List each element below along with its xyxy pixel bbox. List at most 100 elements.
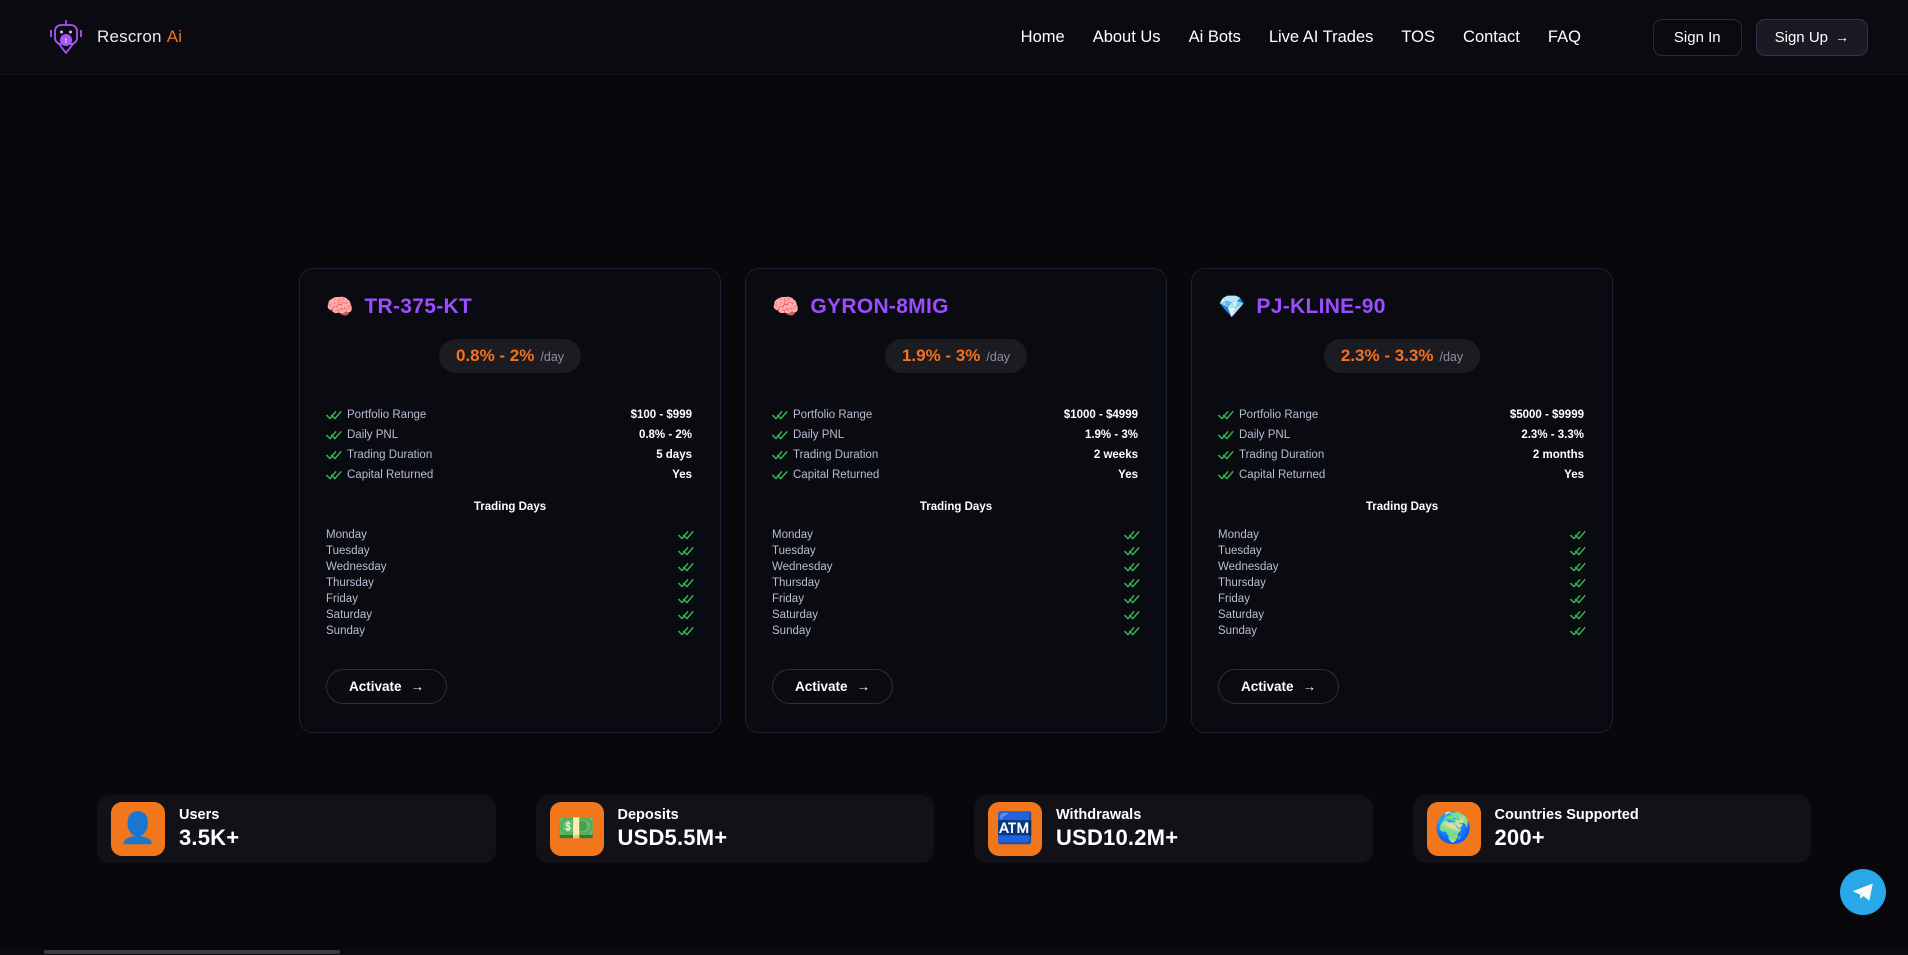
activate-button-wrap: Activate → bbox=[772, 669, 1140, 704]
double-check-icon bbox=[326, 431, 342, 440]
double-check-icon bbox=[1570, 578, 1586, 587]
double-check-icon bbox=[1570, 562, 1586, 571]
activate-button[interactable]: Activate → bbox=[1218, 669, 1340, 704]
trading-days-title: Trading Days bbox=[919, 501, 993, 513]
stat-tile: 👤 Users 3.5K+ bbox=[97, 795, 496, 863]
stat-tile-value: USD10.2M+ bbox=[1056, 825, 1179, 850]
double-check-icon bbox=[1570, 594, 1586, 603]
double-check-icon bbox=[326, 411, 342, 420]
double-check-icon bbox=[678, 562, 694, 571]
stat-tile-label: Users bbox=[179, 807, 220, 823]
trading-day-row: Wednesday bbox=[326, 560, 694, 573]
trading-day-row: Sunday bbox=[1218, 624, 1586, 637]
stat-tile-text: Countries Supported 200+ bbox=[1495, 807, 1639, 851]
double-check-icon bbox=[1218, 431, 1234, 440]
trading-day-label: Saturday bbox=[1218, 608, 1265, 621]
telegram-float-button[interactable] bbox=[1840, 869, 1886, 915]
trading-day-row: Thursday bbox=[1218, 576, 1586, 589]
stat-label: Portfolio Range bbox=[1239, 409, 1319, 421]
trading-day-label: Monday bbox=[772, 528, 813, 541]
stat-label: Portfolio Range bbox=[793, 409, 873, 421]
stat-label: Daily PNL bbox=[793, 429, 845, 441]
robot-logo-icon: t bbox=[50, 20, 82, 54]
trading-day-label: Thursday bbox=[326, 576, 374, 589]
rate-badge-row: 1.9% - 3% /day bbox=[772, 339, 1140, 373]
double-check-icon bbox=[772, 451, 788, 460]
stat-row: Portfolio Range $100 - $999 bbox=[326, 407, 694, 423]
activate-label: Activate bbox=[1241, 679, 1294, 694]
nav-item-contact[interactable]: Contact bbox=[1463, 28, 1520, 47]
bot-cards-container: 🧠 TR-375-KT 0.8% - 2% /day Portfolio Range $1… bbox=[299, 268, 1614, 733]
nav-item-home[interactable]: Home bbox=[1021, 28, 1065, 47]
bot-card-header: 🧠 GYRON-8MIG bbox=[772, 295, 1140, 319]
stat-value: Yes bbox=[672, 469, 692, 481]
brand-text: Rescron Ai bbox=[97, 27, 182, 47]
withdrawals-atm-icon: 🏧 bbox=[988, 802, 1042, 856]
double-check-icon bbox=[1124, 626, 1140, 635]
deposits-money-icon: 💵 bbox=[549, 802, 604, 856]
nav-item-ai-bots[interactable]: Ai Bots bbox=[1189, 28, 1241, 47]
brand-suffix: Ai bbox=[166, 27, 183, 46]
stat-row: Daily PNL 1.9% - 3% bbox=[772, 427, 1140, 443]
trading-day-label: Thursday bbox=[772, 576, 820, 589]
stat-tile-label: Withdrawals bbox=[1056, 807, 1142, 823]
users-icon: 👤 bbox=[111, 802, 165, 856]
trading-day-label: Friday bbox=[326, 592, 358, 605]
trading-day-label: Tuesday bbox=[772, 544, 816, 557]
nav-item-about-us[interactable]: About Us bbox=[1093, 28, 1161, 47]
trading-day-label: Monday bbox=[1218, 528, 1259, 541]
double-check-icon bbox=[1570, 546, 1586, 555]
double-check-icon bbox=[678, 594, 694, 603]
nav-item-tos[interactable]: TOS bbox=[1401, 28, 1435, 47]
sign-in-button[interactable]: Sign In bbox=[1652, 18, 1742, 56]
bot-card-title: PJ-KLINE-90 bbox=[1256, 295, 1386, 318]
double-check-icon bbox=[1124, 578, 1140, 587]
arrow-right-icon: → bbox=[856, 679, 871, 694]
arrow-right-icon: → bbox=[410, 679, 425, 694]
trading-day-row: Monday bbox=[1218, 528, 1586, 541]
nav-actions: Sign In Sign Up → bbox=[1652, 18, 1868, 56]
bot-card: 💎 PJ-KLINE-90 2.3% - 3.3% /day Portfolio Ran… bbox=[1191, 268, 1613, 733]
trading-day-label: Sunday bbox=[1218, 624, 1258, 637]
activate-button[interactable]: Activate → bbox=[772, 669, 894, 704]
trading-day-row: Sunday bbox=[772, 624, 1140, 637]
double-check-icon bbox=[1218, 411, 1234, 420]
rate-unit: /day bbox=[986, 350, 1011, 364]
telegram-icon bbox=[1852, 883, 1873, 901]
brand-logo[interactable]: t Rescron Ai bbox=[45, 16, 182, 58]
double-check-icon bbox=[1124, 530, 1140, 539]
rate-value: 0.8% - 2% bbox=[455, 346, 535, 365]
nav-item-faq[interactable]: FAQ bbox=[1548, 28, 1581, 47]
trading-day-row: Friday bbox=[772, 592, 1140, 605]
trading-day-row: Monday bbox=[772, 528, 1140, 541]
double-check-icon bbox=[678, 626, 694, 635]
bot-card-title: TR-375-KT bbox=[364, 295, 473, 318]
double-check-icon bbox=[1124, 594, 1140, 603]
rate-unit: /day bbox=[540, 350, 565, 364]
trading-day-row: Friday bbox=[1218, 592, 1586, 605]
horizontal-scrollbar[interactable] bbox=[44, 950, 340, 954]
stat-value: 2 months bbox=[1532, 449, 1584, 461]
trading-day-row: Saturday bbox=[326, 608, 694, 621]
bot-card-title: GYRON-8MIG bbox=[810, 295, 949, 318]
double-check-icon bbox=[772, 411, 788, 420]
stat-value: 2.3% - 3.3% bbox=[1521, 429, 1584, 441]
stat-label: Trading Duration bbox=[347, 449, 433, 461]
gold-gem-icon: 💎 bbox=[1218, 294, 1246, 319]
double-check-icon bbox=[1124, 546, 1140, 555]
daily-rate-badge: 1.9% - 3% /day bbox=[884, 339, 1028, 373]
nav-item-live-ai-trades[interactable]: Live AI Trades bbox=[1269, 28, 1374, 47]
trading-day-label: Sunday bbox=[326, 624, 366, 637]
double-check-icon bbox=[326, 451, 342, 460]
sign-up-button[interactable]: Sign Up → bbox=[1755, 18, 1868, 56]
stat-label: Trading Duration bbox=[793, 449, 879, 461]
stat-row: Capital Returned Yes bbox=[772, 467, 1140, 483]
trading-days-title: Trading Days bbox=[1365, 501, 1439, 513]
bot-card: 🧠 TR-375-KT 0.8% - 2% /day Portfolio Range $1… bbox=[299, 268, 721, 733]
rate-badge-row: 2.3% - 3.3% /day bbox=[1218, 339, 1586, 373]
arrow-right-icon: → bbox=[1302, 679, 1317, 694]
trading-day-row: Wednesday bbox=[772, 560, 1140, 573]
double-check-icon bbox=[772, 471, 788, 480]
activate-button[interactable]: Activate → bbox=[326, 669, 448, 704]
stat-row: Trading Duration 2 months bbox=[1218, 447, 1586, 463]
